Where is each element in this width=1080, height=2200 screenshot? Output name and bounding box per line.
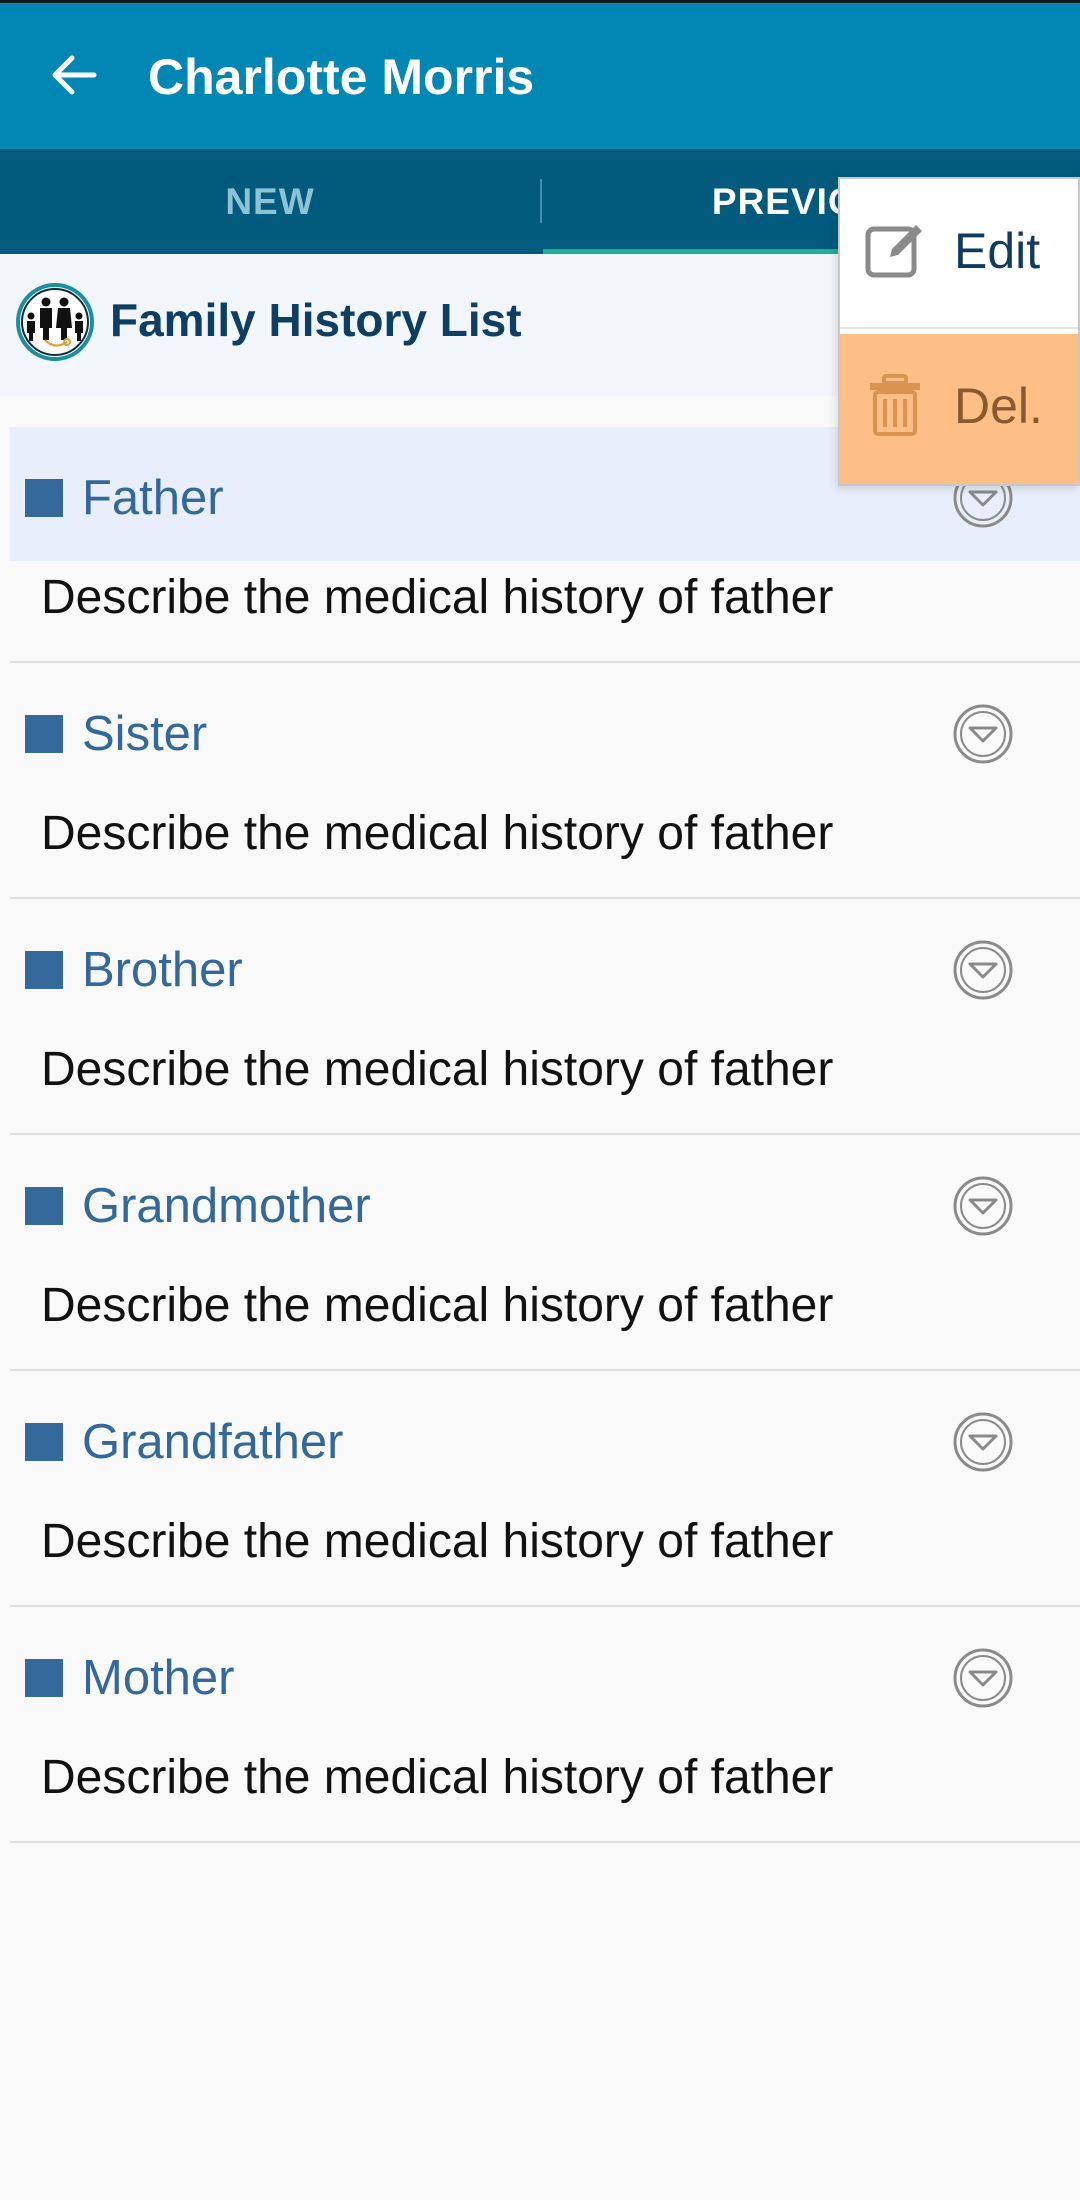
tab-divider bbox=[540, 179, 542, 223]
chevron-down-circle-icon[interactable] bbox=[952, 1411, 1014, 1473]
bullet-square bbox=[25, 951, 63, 989]
section-title: Family History List bbox=[110, 294, 522, 346]
list-item[interactable]: Sister Describe the medical history of f… bbox=[10, 663, 1080, 899]
list-item-header: Mother bbox=[10, 1607, 1080, 1741]
list-item-title: Grandmother bbox=[82, 1179, 371, 1233]
tab-new[interactable]: NEW bbox=[0, 149, 540, 254]
list-item[interactable]: Grandfather Describe the medical history… bbox=[10, 1371, 1080, 1607]
list-item-title: Sister bbox=[82, 707, 208, 761]
list-item-header: Brother bbox=[10, 899, 1080, 1033]
list-item-description: Describe the medical history of father bbox=[41, 571, 834, 624]
bullet-square bbox=[25, 479, 63, 517]
list-item-header: Grandfather bbox=[10, 1371, 1080, 1505]
list-item-title: Grandfather bbox=[82, 1415, 344, 1469]
app-bar: Charlotte Morris bbox=[0, 0, 1080, 149]
arrow-left-icon bbox=[52, 55, 97, 95]
family-icon bbox=[16, 283, 94, 361]
list-item[interactable]: Mother Describe the medical history of f… bbox=[10, 1607, 1080, 1843]
page-title: Charlotte Morris bbox=[148, 49, 535, 105]
list-item-description: Describe the medical history of father bbox=[41, 1515, 834, 1568]
list-item-header: Sister bbox=[10, 663, 1080, 797]
bullet-square bbox=[25, 1423, 63, 1461]
edit-menu-item[interactable]: Edit bbox=[840, 179, 1078, 329]
bullet-square bbox=[25, 715, 63, 753]
bullet-square bbox=[25, 1187, 63, 1225]
delete-menu-item[interactable]: Del. bbox=[840, 334, 1078, 484]
list-item-description: Describe the medical history of father bbox=[41, 807, 834, 860]
tab-new-label: NEW bbox=[225, 180, 315, 222]
list-item-header: Grandmother bbox=[10, 1135, 1080, 1269]
chevron-down-circle-icon[interactable] bbox=[952, 939, 1014, 1001]
list-item-description: Describe the medical history of father bbox=[41, 1279, 834, 1332]
delete-label: Del. bbox=[954, 378, 1043, 434]
trash-icon bbox=[870, 374, 920, 436]
list-item[interactable]: Brother Describe the medical history of … bbox=[10, 899, 1080, 1135]
chevron-down-circle-icon[interactable] bbox=[952, 1175, 1014, 1237]
family-history-list: Father Describe the medical history of f… bbox=[10, 427, 1080, 1843]
edit-label: Edit bbox=[954, 223, 1041, 279]
list-item-description: Describe the medical history of father bbox=[41, 1751, 834, 1804]
bullet-square bbox=[25, 1659, 63, 1697]
list-item-title: Mother bbox=[82, 1651, 235, 1705]
list-item-title: Father bbox=[82, 471, 224, 525]
chevron-down-circle-icon[interactable] bbox=[952, 1647, 1014, 1709]
list-item-title: Brother bbox=[82, 943, 243, 997]
list-item[interactable]: Grandmother Describe the medical history… bbox=[10, 1135, 1080, 1371]
back-button[interactable] bbox=[44, 43, 104, 107]
list-item-description: Describe the medical history of father bbox=[41, 1043, 834, 1096]
chevron-down-circle-icon[interactable] bbox=[952, 703, 1014, 765]
context-menu: Edit Del. bbox=[838, 177, 1080, 486]
edit-icon bbox=[865, 225, 922, 278]
